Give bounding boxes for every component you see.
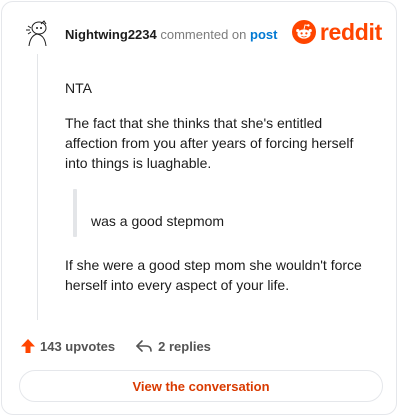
reddit-wordmark: reddit xyxy=(319,18,382,45)
quote-bar xyxy=(73,189,77,237)
reply-count: 2 replies xyxy=(158,338,211,354)
post-link[interactable]: post xyxy=(250,27,277,42)
comment-paragraph-2: The fact that she thinks that she's enti… xyxy=(65,115,354,171)
thread-line xyxy=(37,54,38,320)
comment-header: Nightwing2234 commented on post xyxy=(65,27,277,42)
comment-paragraph-1: NTA xyxy=(65,80,92,96)
comment-footer: 143 upvotes 2 replies xyxy=(20,338,211,354)
avatar[interactable] xyxy=(22,19,52,49)
quote-text: was a good stepmom xyxy=(91,213,225,229)
replies[interactable]: 2 replies xyxy=(135,338,211,354)
upvotes[interactable]: 143 upvotes xyxy=(20,338,115,354)
upvote-arrow-icon xyxy=(21,339,35,353)
reddit-snoo-icon xyxy=(291,20,316,44)
reply-arrow-icon xyxy=(136,340,152,352)
reddit-logo[interactable]: reddit xyxy=(291,18,382,45)
username[interactable]: Nightwing2234 xyxy=(65,27,157,42)
comment-paragraph-3: If she were a good step mom she wouldn't… xyxy=(65,257,362,293)
upvote-count: 143 upvotes xyxy=(40,338,116,354)
comment-card: Nightwing2234 commented on post reddit N… xyxy=(1,1,397,415)
view-conversation-button[interactable]: View the conversation xyxy=(19,370,383,402)
commented-on-text: commented on xyxy=(160,27,247,42)
